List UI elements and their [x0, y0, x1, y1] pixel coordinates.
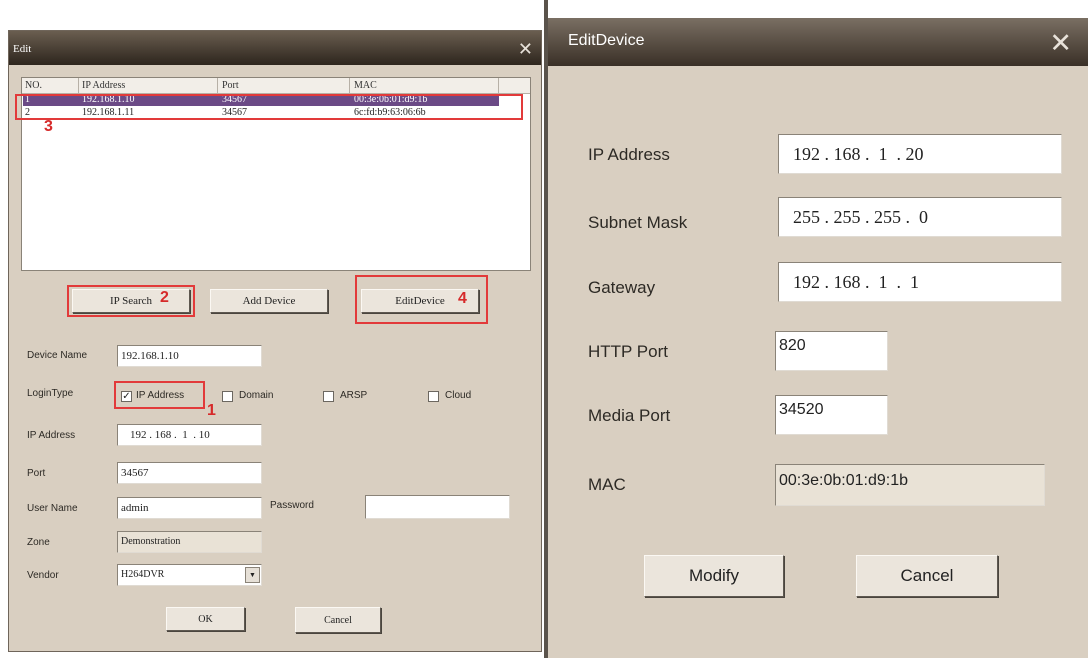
login-cloud-checkbox[interactable] [428, 391, 439, 402]
annotation-number: 4 [458, 290, 467, 307]
device-name-label: Device Name [27, 350, 88, 361]
edit-device-window-title: EditDevice [568, 32, 645, 49]
column-divider [217, 78, 218, 93]
ok-button[interactable]: OK [166, 607, 245, 631]
column-divider [78, 78, 79, 93]
http-port-field[interactable]: 820 [775, 331, 888, 371]
login-arsp-checkbox[interactable] [323, 391, 334, 402]
annotation-number: 2 [160, 289, 169, 306]
column-header-no[interactable]: NO. [25, 81, 42, 91]
ip-address-label: IP Address [588, 145, 670, 164]
column-header-mac[interactable]: MAC [354, 81, 377, 91]
vendor-label: Vendor [27, 570, 59, 581]
ip-address-field[interactable]: 192 . 168 . 1 . 10 [117, 424, 262, 446]
ip-address-label: IP Address [27, 430, 76, 441]
column-header-ip[interactable]: IP Address [82, 81, 125, 91]
mac-field: 00:3e:0b:01:d9:1b [775, 464, 1045, 506]
http-port-label: HTTP Port [588, 342, 668, 361]
cancel-button-label: Cancel [900, 566, 954, 585]
cancel-button[interactable]: Cancel [295, 607, 381, 633]
add-device-button-label: Add Device [242, 295, 296, 307]
ip-address-field[interactable]: 192 . 168 . 1 . 20 [778, 134, 1062, 174]
mac-label: MAC [588, 475, 626, 494]
port-label: Port [27, 468, 46, 479]
annotation-number: 3 [44, 118, 53, 135]
login-domain-label: Domain [239, 390, 274, 401]
gateway-field[interactable]: 192 . 168 . 1 . 1 [778, 262, 1062, 302]
ok-button-label: OK [198, 613, 213, 625]
zone-field: Demonstration [117, 531, 262, 553]
device-name-field[interactable]: 192.168.1.10 [117, 345, 262, 367]
gateway-label: Gateway [588, 278, 656, 297]
cancel-button-label: Cancel [324, 614, 352, 626]
edit-device-window-titlebar: EditDevice ✕ [548, 18, 1088, 66]
annotation-box-edit-device [355, 275, 488, 324]
password-label: Password [270, 500, 314, 511]
annotation-box-row [15, 94, 523, 120]
column-divider [498, 78, 499, 93]
annotation-box-ip-search [67, 285, 195, 317]
media-port-field[interactable]: 34520 [775, 395, 888, 435]
subnet-mask-label: Subnet Mask [588, 213, 688, 232]
zone-label: Zone [27, 537, 50, 548]
table-header: NO. IP Address Port MAC [22, 78, 530, 94]
login-arsp-label: ARSP [340, 390, 368, 401]
close-icon[interactable]: ✕ [1049, 28, 1072, 59]
chevron-down-icon[interactable]: ▼ [245, 567, 260, 583]
close-icon[interactable]: ✕ [518, 39, 533, 60]
port-field[interactable]: 34567 [117, 462, 262, 484]
edit-window-titlebar: Edit ✕ [9, 31, 541, 65]
user-name-field[interactable]: admin [117, 497, 262, 519]
password-field[interactable] [365, 495, 510, 519]
media-port-label: Media Port [588, 406, 671, 425]
cancel-button[interactable]: Cancel [856, 555, 998, 597]
login-type-label: LoginType [27, 388, 74, 399]
vendor-select[interactable]: H264DVR ▼ [117, 564, 262, 586]
annotation-box-login-ip [114, 381, 205, 409]
login-domain-checkbox[interactable] [222, 391, 233, 402]
add-device-button[interactable]: Add Device [210, 289, 328, 313]
annotation-number: 1 [207, 402, 216, 419]
edit-device-window: EditDevice ✕ IP Address 192 . 168 . 1 . … [548, 18, 1088, 658]
edit-window: Edit ✕ NO. IP Address Port MAC 1 192.168… [8, 30, 542, 652]
modify-button-label: Modify [688, 566, 740, 585]
edit-window-title: Edit [13, 43, 32, 55]
modify-button[interactable]: Modify [644, 555, 784, 597]
user-name-label: User Name [27, 503, 78, 514]
column-divider [349, 78, 350, 93]
login-cloud-label: Cloud [445, 390, 472, 401]
vendor-select-value: H264DVR [121, 569, 165, 580]
column-header-port[interactable]: Port [222, 81, 239, 91]
subnet-mask-field[interactable]: 255 . 255 . 255 . 0 [778, 197, 1062, 237]
